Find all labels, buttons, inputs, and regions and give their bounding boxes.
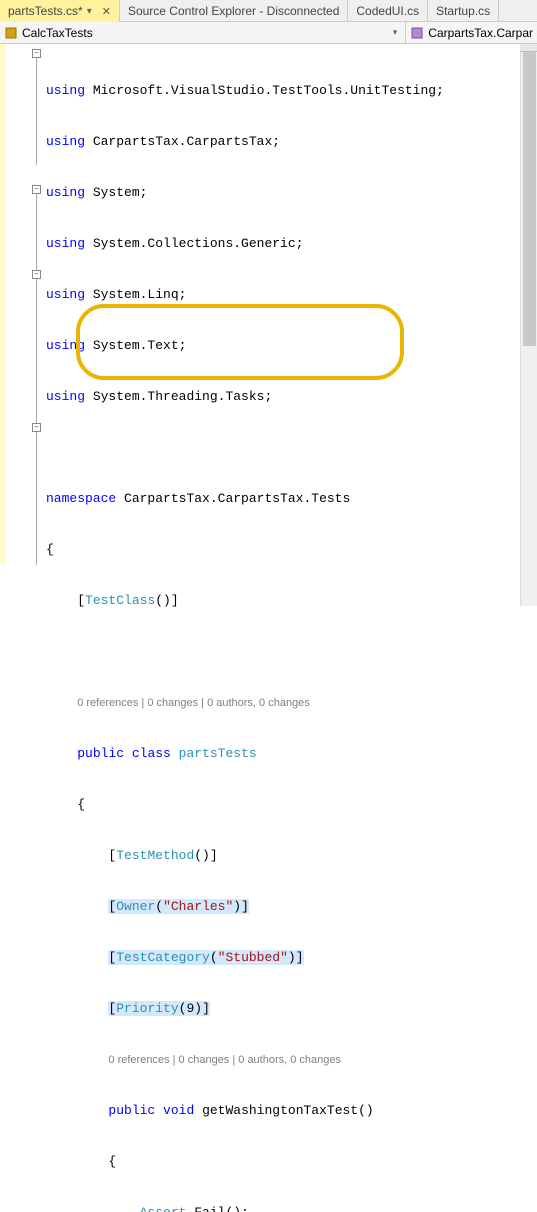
keyword: void xyxy=(163,1103,194,1118)
collapse-toggle[interactable]: − xyxy=(32,49,41,58)
keyword: using xyxy=(46,287,85,302)
bracket: [ xyxy=(108,1001,116,1016)
method-icon xyxy=(410,26,424,40)
codelens[interactable]: 0 references | 0 changes | 0 authors, 0 … xyxy=(77,697,310,709)
outline-line xyxy=(36,194,37,565)
namespace-ref: CarpartsTax.CarpartsTax; xyxy=(93,134,280,149)
vertical-scrollbar[interactable] xyxy=(520,44,537,606)
tab-source-control[interactable]: Source Control Explorer - Disconnected xyxy=(120,0,348,21)
bracket: ()] xyxy=(194,848,217,863)
tab-codedui[interactable]: CodedUI.cs xyxy=(348,0,428,21)
scrollbar-thumb[interactable] xyxy=(523,46,536,346)
namespace-ref: System.Collections.Generic; xyxy=(93,236,304,251)
pin-toggle-icon[interactable]: ▾ xyxy=(83,6,96,17)
navigation-bar: CalcTaxTests ▾ CarpartsTax.Carpar xyxy=(0,22,537,44)
number-literal: 9 xyxy=(186,1001,194,1016)
attribute: TestMethod xyxy=(116,848,194,863)
nav-member-label: CarpartsTax.Carpar xyxy=(428,26,533,40)
class-icon xyxy=(4,26,18,40)
keyword: using xyxy=(46,389,85,404)
namespace-ref: System.Threading.Tasks; xyxy=(93,389,272,404)
namespace-ref: System.Linq; xyxy=(93,287,187,302)
nav-scope-dropdown[interactable]: CalcTaxTests ▾ xyxy=(0,22,406,43)
keyword: using xyxy=(46,134,85,149)
bracket: [ xyxy=(108,899,116,914)
tab-label: Source Control Explorer - Disconnected xyxy=(128,4,339,18)
nav-scope-label: CalcTaxTests xyxy=(22,26,93,40)
tab-label: CodedUI.cs xyxy=(356,4,419,18)
nav-member-dropdown[interactable]: CarpartsTax.Carpar xyxy=(406,22,537,43)
code-editor[interactable]: − − − − using Microsoft.VisualStudio.Tes… xyxy=(0,44,537,606)
close-icon[interactable]: ✕ xyxy=(102,5,111,18)
tab-startup[interactable]: Startup.cs xyxy=(428,0,499,21)
keyword: class xyxy=(132,746,171,761)
namespace-ref: System.Text; xyxy=(93,338,187,353)
tab-bar: partsTests.cs* ▾ ✕ Source Control Explor… xyxy=(0,0,537,22)
attribute: Owner xyxy=(116,899,155,914)
method-name: getWashingtonTaxTest() xyxy=(202,1103,374,1118)
collapse-toggle[interactable]: − xyxy=(32,185,41,194)
keyword: using xyxy=(46,338,85,353)
string-literal: "Charles" xyxy=(163,899,233,914)
namespace-ref: System; xyxy=(93,185,148,200)
change-indicator xyxy=(0,44,6,564)
namespace-name: CarpartsTax.CarpartsTax.Tests xyxy=(124,491,350,506)
keyword: using xyxy=(46,83,85,98)
method-call: .Fail(); xyxy=(186,1205,248,1212)
collapse-toggle[interactable]: − xyxy=(32,270,41,279)
keyword: using xyxy=(46,185,85,200)
chevron-down-icon: ▾ xyxy=(389,27,402,38)
type-ref: Assert xyxy=(140,1205,187,1212)
brace: { xyxy=(46,542,54,557)
code-content[interactable]: using Microsoft.VisualStudio.TestTools.U… xyxy=(42,44,537,606)
attribute: Priority xyxy=(116,1001,178,1016)
keyword: public xyxy=(108,1103,155,1118)
brace: { xyxy=(77,797,85,812)
tab-label: partsTests.cs* xyxy=(8,4,83,18)
collapse-toggle[interactable]: − xyxy=(32,423,41,432)
codelens[interactable]: 0 references | 0 changes | 0 authors, 0 … xyxy=(108,1054,341,1066)
keyword: using xyxy=(46,236,85,251)
bracket: [ xyxy=(108,848,116,863)
attribute: TestCategory xyxy=(116,950,210,965)
editor-gutter: − − − − xyxy=(0,44,42,606)
brace: { xyxy=(108,1154,116,1169)
split-handle[interactable] xyxy=(520,44,537,52)
keyword: public xyxy=(77,746,124,761)
bracket: [ xyxy=(108,950,116,965)
string-literal: "Stubbed" xyxy=(218,950,288,965)
tab-label: Startup.cs xyxy=(436,4,490,18)
outline-line xyxy=(36,58,37,165)
keyword: namespace xyxy=(46,491,116,506)
class-name: partsTests xyxy=(179,746,257,761)
namespace-ref: Microsoft.VisualStudio.TestTools.UnitTes… xyxy=(93,83,444,98)
tab-partsTests[interactable]: partsTests.cs* ▾ ✕ xyxy=(0,0,120,22)
